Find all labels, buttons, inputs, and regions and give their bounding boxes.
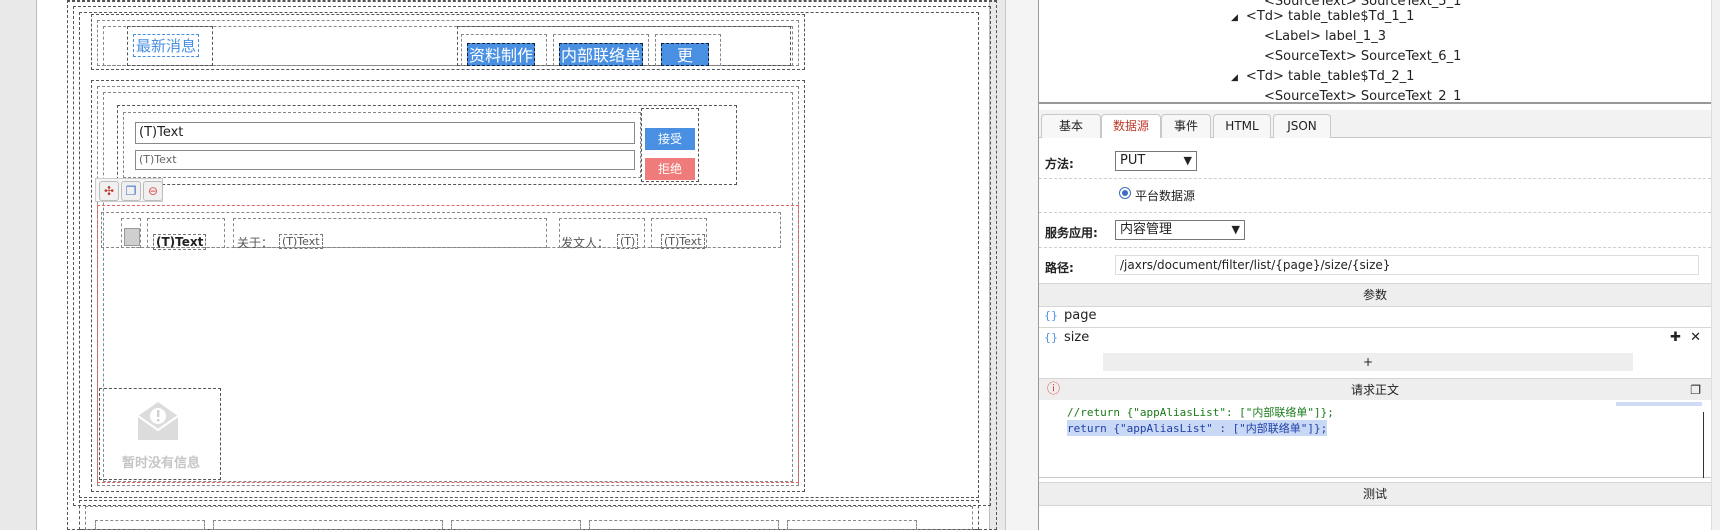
copy-icon[interactable]: ❐ xyxy=(121,181,141,201)
method-label: 方法: xyxy=(1045,157,1074,171)
code-scrollbar[interactable] xyxy=(1703,412,1711,478)
code-line-return: return {"appAliasList" : ["内部联络单"]}; xyxy=(1067,420,1328,436)
property-tabs: 基本 数据源 事件 HTML JSON xyxy=(1039,110,1720,138)
accept-button[interactable]: 接受 xyxy=(645,128,695,150)
divider xyxy=(1039,247,1711,248)
sender-label: 发文人： xyxy=(561,236,610,250)
component-tree[interactable]: <SourceText> SourceText_5_1 ◢ <Td> table_… xyxy=(1039,0,1711,104)
list-title-text: (T)Text xyxy=(153,234,207,250)
tree-node[interactable]: ◢ <Td> table_table$Td_2_1 xyxy=(1231,69,1414,84)
tab-json[interactable]: JSON xyxy=(1273,114,1331,138)
tree-node[interactable]: <SourceText> SourceText_6_1 xyxy=(1264,49,1461,64)
empty-message: 暂时没有信息 xyxy=(121,456,200,471)
bottom-cell-2[interactable] xyxy=(213,520,443,530)
divider xyxy=(1039,212,1711,213)
param-size[interactable]: {} size ✚ ✕ xyxy=(1039,327,1711,348)
restore-window-icon[interactable]: ❐ xyxy=(1690,379,1701,401)
path-label: 路径: xyxy=(1045,261,1074,275)
nav-button-materials[interactable]: 资料制作 xyxy=(467,43,535,66)
warning-circle-icon: ⓘ xyxy=(1047,382,1061,397)
test-section-header: 测试 xyxy=(1039,482,1711,506)
nav-button-more[interactable]: 更多... xyxy=(661,43,709,88)
tree-node[interactable]: ◢ <Td> table_table$Td_1_1 xyxy=(1231,9,1414,24)
service-select[interactable]: 内容管理 ▼ xyxy=(1115,220,1245,240)
tree-scrollbar[interactable] xyxy=(1711,0,1720,104)
tab-datasource[interactable]: 数据源 xyxy=(1101,114,1161,138)
tab-basic[interactable]: 基本 xyxy=(1041,114,1101,138)
close-icon[interactable]: ✕ xyxy=(1690,328,1701,348)
sender-text: (T) xyxy=(617,234,639,249)
panel-splitter[interactable] xyxy=(1005,0,1039,530)
expand-triangle-icon[interactable]: ◢ xyxy=(1231,13,1238,23)
tree-node[interactable]: <Label> label_1_3 xyxy=(1264,29,1386,44)
bottom-cell-5[interactable] xyxy=(787,520,917,530)
list-checkbox[interactable] xyxy=(124,228,140,246)
panel-scrollbar[interactable] xyxy=(1711,104,1720,530)
bottom-cell-4[interactable] xyxy=(589,520,779,530)
code-editor[interactable]: //return {"appAliasList": ["内部联络单"]}; re… xyxy=(1039,400,1711,478)
bottom-cell-3[interactable] xyxy=(451,520,581,530)
path-input[interactable]: /jaxrs/document/filter/list/{page}/size/… xyxy=(1115,255,1699,275)
text-field-1[interactable]: (T)Text xyxy=(135,122,635,144)
date-text: (T)Text xyxy=(661,234,705,249)
text-field-2[interactable]: (T)Text xyxy=(135,150,635,170)
empty-envelope-icon xyxy=(133,398,183,444)
braces-icon: {} xyxy=(1044,309,1058,322)
request-body-title: 请求正文 xyxy=(1350,383,1399,397)
news-label[interactable]: 最新消息 xyxy=(133,34,200,57)
add-icon[interactable]: ✚ xyxy=(1670,328,1681,348)
request-body-header: ⓘ 请求正文 ❐ xyxy=(1039,378,1711,402)
param-page[interactable]: {} page xyxy=(1039,306,1711,326)
params-section-header: 参数 xyxy=(1039,283,1711,307)
service-label: 服务应用: xyxy=(1045,226,1098,240)
braces-icon: {} xyxy=(1044,331,1058,344)
property-panel: <SourceText> SourceText_5_1 ◢ <Td> table_… xyxy=(1039,0,1720,530)
code-line-comment: //return {"appAliasList": ["内部联络单"]}; xyxy=(1067,406,1334,419)
about-label: 关于： xyxy=(237,236,274,250)
tab-events[interactable]: 事件 xyxy=(1161,114,1211,138)
platform-source-radio[interactable] xyxy=(1119,187,1131,199)
tab-html[interactable]: HTML xyxy=(1213,114,1271,138)
reject-button[interactable]: 拒绝 xyxy=(645,158,695,180)
add-param-button[interactable]: + xyxy=(1103,353,1633,371)
divider xyxy=(1039,178,1711,179)
tree-node[interactable]: <SourceText> SourceText_2_1 xyxy=(1264,89,1461,102)
nav-button-internal-memo[interactable]: 内部联络单 xyxy=(559,43,643,66)
designer-canvas[interactable]: 最新消息 资料制作 内部联络单 更多... (T)Text (T)Text 接受… xyxy=(36,0,997,530)
tree-node[interactable]: <SourceText> SourceText_5_1 xyxy=(1264,0,1461,9)
move-icon[interactable]: ✣ xyxy=(99,181,119,201)
code-minimap[interactable] xyxy=(1616,402,1702,406)
chevron-down-icon: ▼ xyxy=(1183,154,1192,167)
bottom-cell-1[interactable] xyxy=(95,520,205,530)
method-select[interactable]: PUT ▼ xyxy=(1115,151,1197,171)
chevron-down-icon: ▼ xyxy=(1231,223,1240,236)
about-text: (T)Text xyxy=(279,234,323,249)
expand-triangle-icon[interactable]: ◢ xyxy=(1231,73,1238,83)
delete-icon[interactable]: ⊖ xyxy=(143,181,163,201)
platform-source-label: 平台数据源 xyxy=(1135,189,1196,203)
